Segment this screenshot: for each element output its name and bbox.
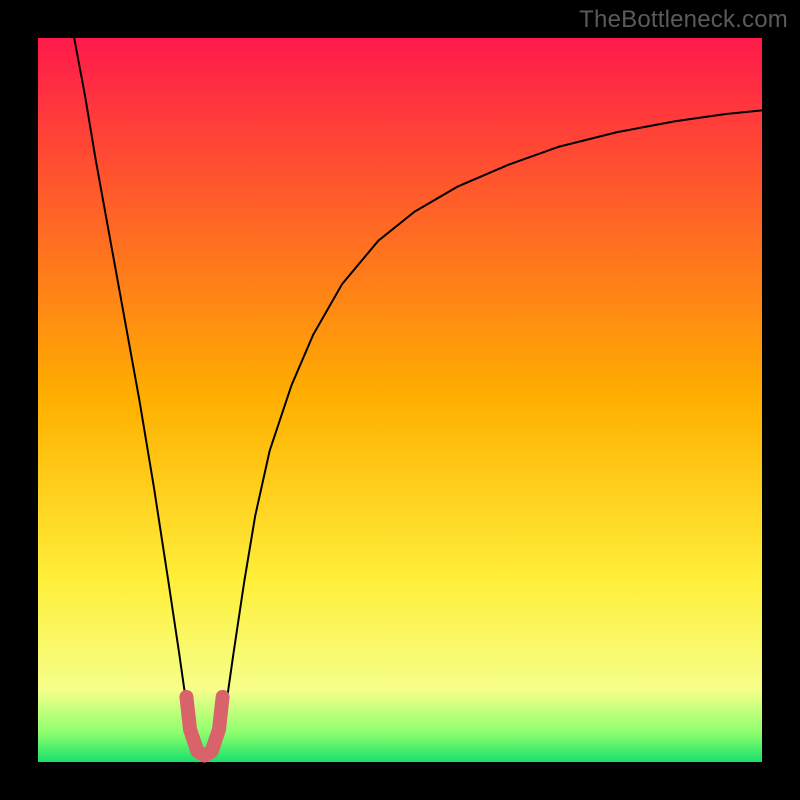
chart-svg <box>0 0 800 800</box>
watermark-text: TheBottleneck.com <box>579 6 788 34</box>
chart-frame: TheBottleneck.com <box>0 0 800 800</box>
plot-area <box>38 38 762 762</box>
